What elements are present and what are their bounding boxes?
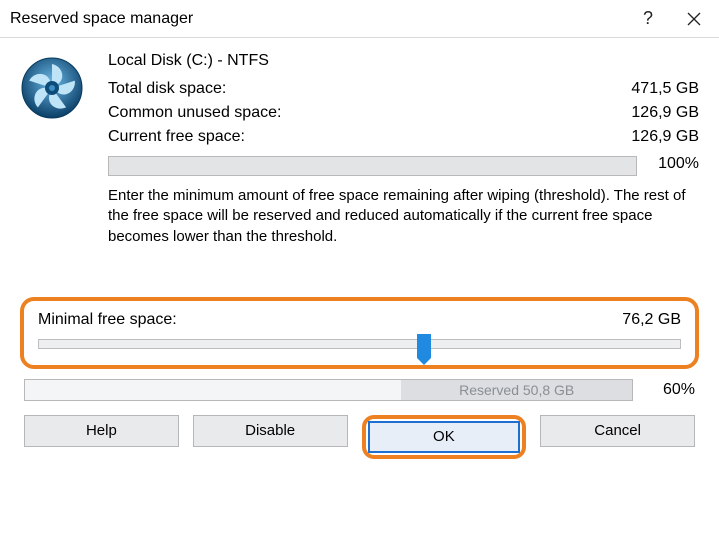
reserved-pct: 60%	[641, 381, 695, 399]
total-space-value: 471,5 GB	[631, 80, 699, 98]
dialog-body: Local Disk (C:) - NTFS Total disk space:…	[0, 38, 719, 475]
reserved-label: Reserved 50,8 GB	[459, 382, 574, 398]
common-unused-value: 126,9 GB	[631, 104, 699, 122]
app-icon	[20, 52, 92, 124]
help-button[interactable]: Help	[24, 415, 179, 447]
disable-button[interactable]: Disable	[193, 415, 348, 447]
current-free-label: Current free space:	[108, 128, 245, 146]
minimal-free-space-label: Minimal free space:	[38, 311, 177, 329]
free-space-pct: 100%	[645, 155, 699, 173]
threshold-help-text: Enter the minimum amount of free space r…	[108, 186, 699, 247]
minimal-free-space-value: 76,2 GB	[622, 311, 681, 329]
help-icon[interactable]: ?	[625, 0, 671, 37]
close-icon[interactable]	[671, 0, 717, 37]
minimal-free-space-slider[interactable]	[38, 339, 681, 349]
total-space-label: Total disk space:	[108, 80, 226, 98]
free-space-progress	[108, 156, 637, 176]
disk-title: Local Disk (C:) - NTFS	[108, 52, 699, 70]
window-title: Reserved space manager	[10, 10, 625, 28]
titlebar: Reserved space manager ?	[0, 0, 719, 38]
button-row: Help Disable OK Cancel	[24, 415, 695, 459]
minimal-free-space-block: Minimal free space: 76,2 GB	[20, 297, 699, 369]
cancel-button[interactable]: Cancel	[540, 415, 695, 447]
ok-button[interactable]: OK	[368, 421, 521, 453]
current-free-value: 126,9 GB	[631, 128, 699, 146]
slider-thumb[interactable]	[417, 334, 431, 358]
common-unused-label: Common unused space:	[108, 104, 281, 122]
reserved-progress: Reserved 50,8 GB	[24, 379, 633, 401]
ok-highlight: OK	[362, 415, 527, 459]
